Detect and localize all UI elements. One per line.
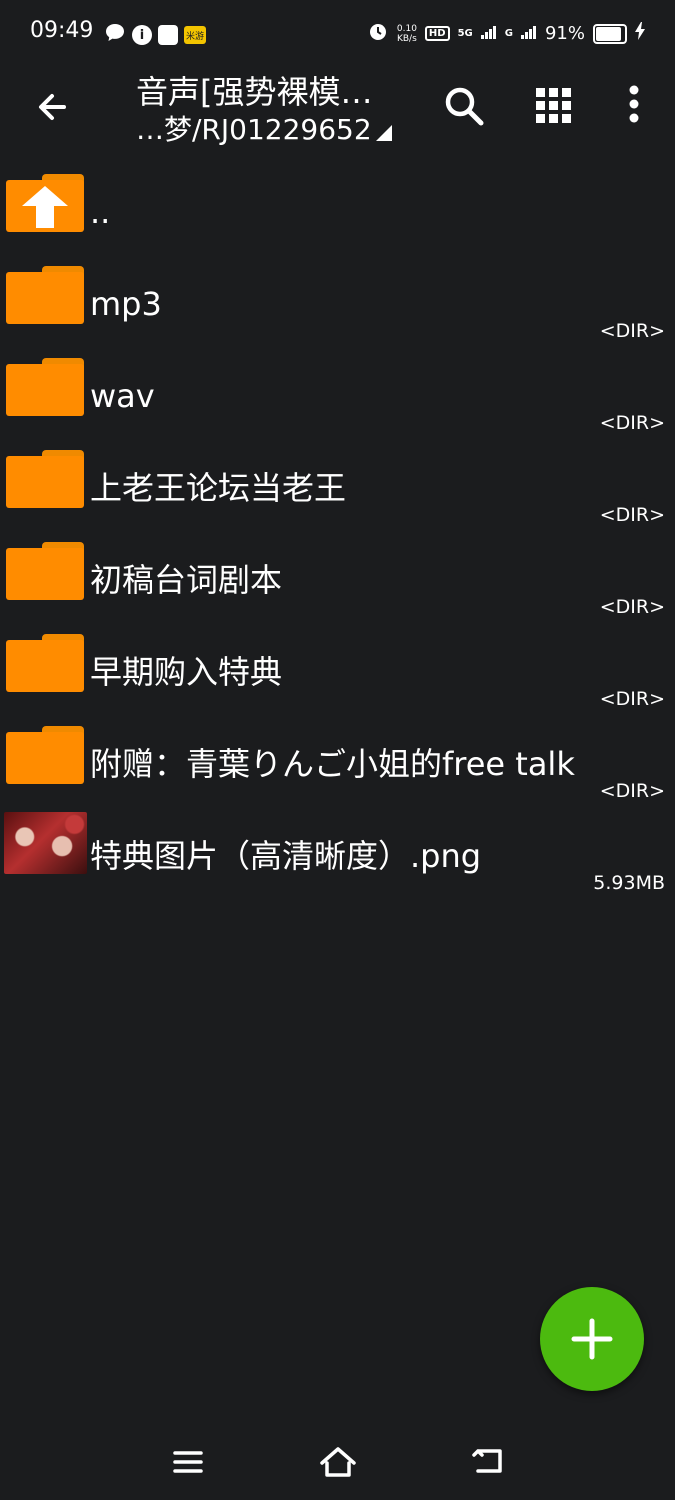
file-name: mp3 [90,285,162,323]
signal-bars-2-icon [520,23,537,44]
network-speed: 0.10 KB/s [396,23,417,44]
folder-icon [6,634,84,692]
signal-5g-icon: 5G [457,28,473,39]
folder-icon [6,726,84,784]
signal-bars-icon [480,23,497,44]
path-subtitle-text: …梦/RJ01229652 [136,113,372,146]
signal-g-icon: G [504,28,513,39]
view-mode-button[interactable] [530,82,578,130]
file-name: 附赠：青葉りんご小姐的free talk [90,745,575,783]
folder-icon [6,266,84,324]
file-name: .. [90,193,111,231]
dropdown-triangle-icon [375,125,392,141]
back-button[interactable] [30,84,76,130]
search-icon [445,87,484,126]
folder-icon [6,450,84,508]
plus-icon [571,1318,613,1360]
file-name: 上老王论坛当老王 [90,469,347,507]
list-item-parent[interactable]: .. [0,164,675,256]
more-options-button[interactable] [610,82,658,130]
battery-percent: 91% [544,23,585,44]
folder-icon [6,542,84,600]
search-button[interactable] [440,82,488,130]
grid-view-icon [536,88,571,123]
more-vert-icon [629,85,639,123]
info-icon: i [132,25,152,45]
toolbar: 音声[强势裸模… …梦/RJ01229652 [0,68,675,156]
list-item[interactable]: mp3 <DIR> [0,256,675,348]
file-meta: <DIR> [599,780,665,802]
folder-title: 音声[强势裸模… [136,73,373,111]
file-meta: <DIR> [599,504,665,526]
navigation-bar [0,1420,675,1500]
menu-icon [173,1451,203,1473]
nav-back-button[interactable] [468,1442,508,1482]
list-item[interactable]: 附赠：青葉りんご小姐的free talk <DIR> [0,716,675,808]
list-item[interactable]: 初稿台词剧本 <DIR> [0,532,675,624]
back-nav-icon [472,1449,502,1473]
notification-icons: i 米游 [104,22,206,48]
add-button[interactable] [540,1287,644,1391]
path-title[interactable]: 音声[强势裸模… …梦/RJ01229652 [136,72,426,148]
file-name: 特典图片（高清晰度）.png [90,837,482,875]
file-meta: <DIR> [599,412,665,434]
file-name: 初稿台词剧本 [90,561,283,599]
file-meta: <DIR> [599,688,665,710]
image-thumbnail [4,812,87,874]
file-name: wav [90,377,155,415]
home-icon [320,1447,356,1477]
charging-icon [635,22,645,45]
hd-voice-icon: HD [424,26,450,41]
alarm-icon [367,20,389,47]
status-time: 09:49 [30,18,94,43]
file-size: 5.93MB [593,872,665,894]
file-meta: <DIR> [599,596,665,618]
system-icons: 0.10 KB/s HD 5G G 91% [367,20,645,47]
file-meta: <DIR> [599,320,665,342]
battery-icon [593,23,627,44]
app-notification-icon [158,25,178,45]
folder-up-icon [6,174,84,232]
list-item[interactable]: 上老王论坛当老王 <DIR> [0,440,675,532]
message-icon [104,22,126,48]
status-bar: 09:49 i 米游 0.10 KB/s HD 5G G 91% [0,0,675,68]
nav-menu-button[interactable] [168,1442,208,1482]
mi-app-icon: 米游 [184,26,206,44]
list-item[interactable]: 早期购入特典 <DIR> [0,624,675,716]
list-item[interactable]: 特典图片（高清晰度）.png 5.93MB [0,808,675,900]
arrow-back-icon [39,94,66,120]
file-name: 早期购入特典 [90,653,283,691]
path-subtitle[interactable]: …梦/RJ01229652 [136,112,426,148]
nav-home-button[interactable] [318,1442,358,1482]
folder-icon [6,358,84,416]
list-item[interactable]: wav <DIR> [0,348,675,440]
